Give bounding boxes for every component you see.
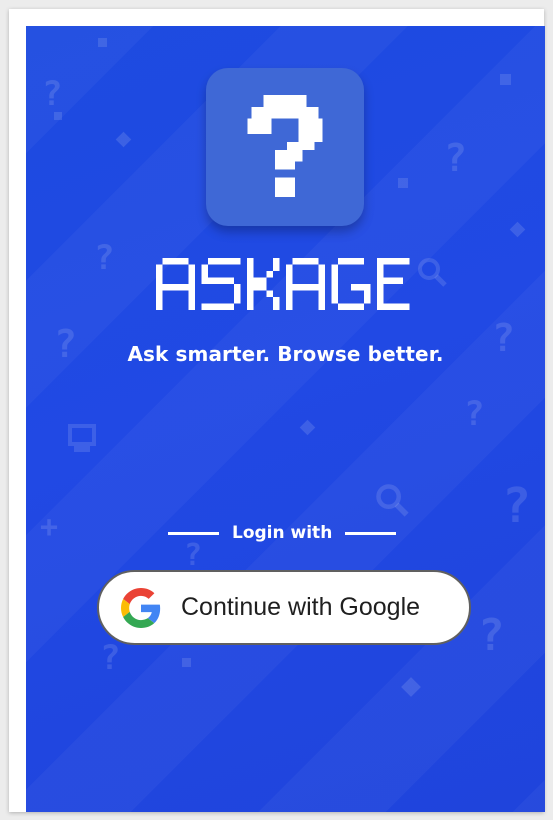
background-plus-icon: + bbox=[40, 510, 59, 545]
login-divider: Login with bbox=[168, 522, 404, 544]
continue-with-google-button[interactable]: Continue with Google bbox=[97, 570, 471, 645]
app-title-wordmark bbox=[155, 258, 409, 310]
app-title bbox=[26, 258, 545, 310]
screen-frame: ? ? ? ? ? ? ? ? ? ? + Ask smarter. Brows… bbox=[9, 9, 545, 812]
background-question-icon: ? bbox=[42, 74, 63, 114]
background-question-icon: ? bbox=[100, 638, 121, 678]
app-logo bbox=[206, 68, 364, 226]
divider-line-right bbox=[345, 531, 397, 535]
background-question-icon: ? bbox=[502, 478, 531, 534]
background-square bbox=[500, 74, 511, 85]
background-square bbox=[182, 658, 191, 667]
login-with-label: Login with bbox=[232, 523, 333, 543]
app-tagline: Ask smarter. Browse better. bbox=[127, 342, 444, 366]
login-screen: ? ? ? ? ? ? ? ? ? ? + Ask smarter. Brows… bbox=[26, 26, 545, 812]
background-search-icon bbox=[376, 484, 409, 517]
background-square bbox=[54, 112, 62, 120]
background-square bbox=[98, 38, 107, 47]
background-question-icon: ? bbox=[478, 610, 505, 661]
background-square bbox=[398, 178, 408, 188]
background-chat-icon bbox=[68, 424, 96, 452]
question-mark-icon bbox=[247, 95, 323, 197]
google-button-label: Continue with Google bbox=[181, 593, 421, 621]
google-logo-icon bbox=[121, 587, 161, 628]
divider-line-left bbox=[168, 531, 219, 535]
background-question-icon: ? bbox=[444, 136, 467, 180]
background-question-icon: ? bbox=[464, 394, 485, 434]
